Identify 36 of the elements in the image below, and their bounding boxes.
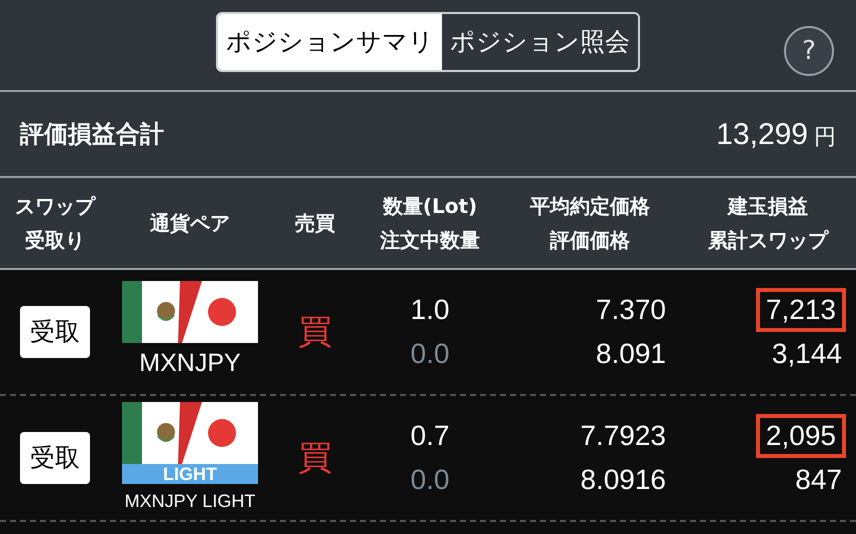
- help-button[interactable]: ?: [784, 26, 834, 76]
- column-header: 注文中数量: [380, 227, 480, 254]
- summary-label: 評価損益合計: [20, 119, 164, 150]
- column-header: 受取り: [25, 227, 85, 254]
- column-header: 通貨ペア: [150, 210, 230, 237]
- position-pnl: 7,213: [756, 288, 846, 332]
- summary-value: 13,299: [716, 116, 808, 152]
- column-header: 平均約定価格: [530, 193, 650, 220]
- column-header: 数量(Lot): [382, 193, 478, 220]
- side-label: 買: [298, 436, 332, 480]
- currency-pair: MXNJPY: [139, 348, 241, 380]
- currency-unit: 円: [814, 124, 836, 152]
- column-header: 評価価格: [550, 227, 630, 254]
- column-header: 売買: [295, 210, 335, 237]
- valuation-price: 8.091: [596, 337, 666, 371]
- quantity: 1.0: [410, 293, 450, 327]
- pending-quantity: 0.0: [410, 463, 450, 497]
- currency-pair: MXNJPY LIGHT: [124, 490, 256, 512]
- position-pnl: 2,095: [756, 414, 846, 458]
- flag-icon: [122, 402, 258, 464]
- receive-button[interactable]: 受取: [20, 306, 90, 358]
- valuation-price: 8.0916: [580, 463, 666, 497]
- average-price: 7.7923: [580, 419, 666, 453]
- tab[interactable]: ポジションサマリ: [218, 14, 442, 70]
- column-header: 累計スワップ: [708, 227, 828, 254]
- receive-button[interactable]: 受取: [20, 432, 90, 484]
- column-header: 建玉損益: [728, 193, 808, 220]
- light-badge: LIGHT: [122, 464, 258, 484]
- column-header: スワップ: [15, 193, 95, 220]
- cumulative-swap: 847: [795, 463, 843, 497]
- quantity: 0.7: [410, 419, 450, 453]
- cumulative-swap: 3,144: [772, 337, 843, 371]
- average-price: 7.370: [596, 293, 666, 327]
- side-label: 買: [298, 310, 332, 354]
- pending-quantity: 0.0: [410, 337, 450, 371]
- flag-icon: [122, 281, 258, 344]
